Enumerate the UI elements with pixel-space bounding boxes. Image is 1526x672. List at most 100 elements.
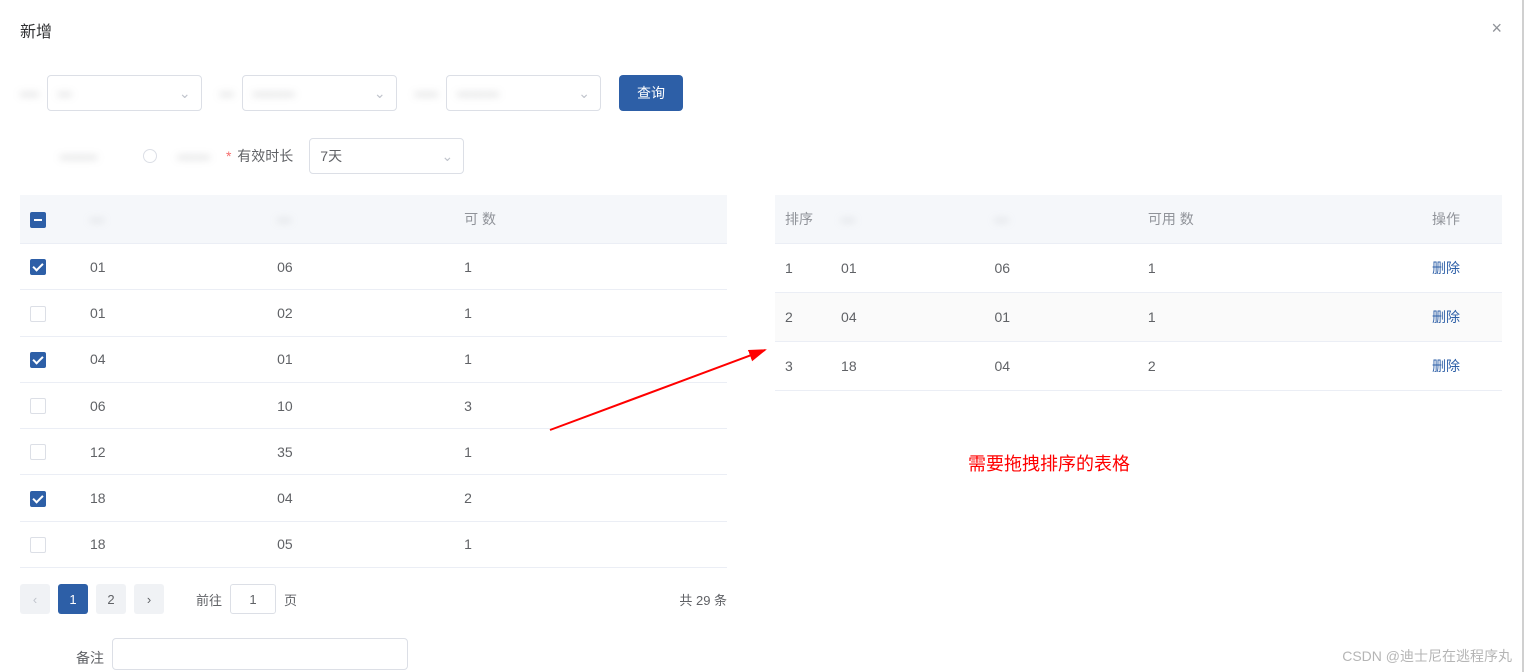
filter3-select[interactable]: --------- ⌄ bbox=[446, 75, 601, 111]
next-page-button[interactable]: › bbox=[134, 584, 164, 614]
table-row: 01061 bbox=[20, 244, 727, 290]
filter-row-2: -------- ------- * 有效时长 7天 ⌄ bbox=[60, 138, 464, 174]
filter2-select[interactable]: --------- ⌄ bbox=[242, 75, 397, 111]
watermark: CSDN @迪士尼在逃程序丸 bbox=[1342, 646, 1512, 666]
cell-b: 05 bbox=[267, 521, 454, 567]
table-row[interactable]: 204011删除 bbox=[775, 293, 1502, 342]
filter1-value: --- bbox=[58, 85, 72, 101]
table-row: 12351 bbox=[20, 429, 727, 475]
cell-b: 04 bbox=[267, 475, 454, 521]
chevron-down-icon: ⌄ bbox=[442, 148, 454, 165]
left-table-panel: --- --- 可 数 0106101021040110610312351180… bbox=[20, 195, 727, 614]
delete-button[interactable]: 删除 bbox=[1432, 309, 1460, 325]
chevron-down-icon: ⌄ bbox=[578, 85, 590, 102]
remark-input[interactable] bbox=[112, 638, 408, 670]
goto-prefix: 前往 bbox=[196, 590, 222, 609]
option1: -------- bbox=[60, 148, 97, 164]
cell-c: 3 bbox=[454, 382, 727, 428]
source-table: --- --- 可 数 0106101021040110610312351180… bbox=[20, 195, 727, 568]
cell-b: 06 bbox=[267, 244, 454, 290]
pagination-total: 共 29 条 bbox=[679, 590, 727, 609]
row-checkbox[interactable] bbox=[30, 444, 46, 460]
rcol3-header: 可用 数 bbox=[1148, 211, 1194, 227]
table-row: 04011 bbox=[20, 336, 727, 382]
filter3-label: ----- bbox=[415, 85, 438, 101]
cell-b: 01 bbox=[984, 293, 1137, 342]
cell-c: 2 bbox=[1138, 342, 1422, 391]
goto-suffix: 页 bbox=[284, 590, 297, 609]
modal-root: 新增 × ---- --- ⌄ --- --------- ⌄ ----- --… bbox=[0, 0, 1524, 672]
table-row[interactable]: 318042删除 bbox=[775, 342, 1502, 391]
cell-b: 06 bbox=[984, 244, 1137, 293]
cell-a: 18 bbox=[80, 521, 267, 567]
cell-b: 04 bbox=[984, 342, 1137, 391]
sortable-table: 排序 --- --- 可用 数 操作 101061删除204011删除31804… bbox=[775, 195, 1502, 391]
remark-label: 备注 bbox=[76, 648, 104, 668]
row-checkbox[interactable] bbox=[30, 398, 46, 414]
row-checkbox[interactable] bbox=[30, 491, 46, 507]
close-icon[interactable]: × bbox=[1491, 18, 1502, 39]
chevron-down-icon: ⌄ bbox=[374, 85, 386, 102]
rcol2-header: --- bbox=[994, 211, 1008, 227]
order-header: 排序 bbox=[775, 195, 831, 244]
page-1-button[interactable]: 1 bbox=[58, 584, 88, 614]
cell-c: 1 bbox=[454, 290, 727, 336]
valid-label-text: 有效时长 bbox=[237, 148, 293, 164]
cell-b: 35 bbox=[267, 429, 454, 475]
valid-duration-select[interactable]: 7天 ⌄ bbox=[309, 138, 464, 174]
col2-header: --- bbox=[277, 211, 291, 227]
cell-c: 1 bbox=[1138, 293, 1422, 342]
col3-header: 可 数 bbox=[464, 211, 496, 227]
main-area: --- --- 可 数 0106101021040110610312351180… bbox=[20, 195, 1502, 614]
row-checkbox[interactable] bbox=[30, 537, 46, 553]
table-row: 18042 bbox=[20, 475, 727, 521]
col1-header: --- bbox=[90, 211, 104, 227]
table-row: 18051 bbox=[20, 521, 727, 567]
table-row: 01021 bbox=[20, 290, 727, 336]
cell-a: 04 bbox=[831, 293, 984, 342]
delete-button[interactable]: 删除 bbox=[1432, 260, 1460, 276]
cell-c: 1 bbox=[454, 336, 727, 382]
filter1-select[interactable]: --- ⌄ bbox=[47, 75, 202, 111]
cell-b: 01 bbox=[267, 336, 454, 382]
cell-a: 01 bbox=[80, 244, 267, 290]
chevron-down-icon: ⌄ bbox=[179, 85, 191, 102]
row-checkbox[interactable] bbox=[30, 306, 46, 322]
chevron-left-icon: ‹ bbox=[33, 592, 37, 607]
filter2-value: --------- bbox=[253, 85, 295, 101]
valid-duration-label: * 有效时长 bbox=[226, 146, 293, 166]
goto-page-input[interactable] bbox=[230, 584, 276, 614]
select-all-checkbox[interactable] bbox=[30, 212, 46, 228]
cell-c: 2 bbox=[454, 475, 727, 521]
required-asterisk-icon: * bbox=[226, 148, 231, 164]
filter-row-1: ---- --- ⌄ --- --------- ⌄ ----- -------… bbox=[20, 75, 683, 111]
filter2-label: --- bbox=[220, 85, 234, 101]
delete-button[interactable]: 删除 bbox=[1432, 358, 1460, 374]
option2: ------- bbox=[177, 148, 210, 164]
cell-a: 01 bbox=[831, 244, 984, 293]
cell-c: 1 bbox=[1138, 244, 1422, 293]
radio-icon[interactable] bbox=[143, 149, 157, 163]
pagination: ‹ 1 2 › 前往 页 共 29 条 bbox=[20, 584, 727, 614]
cell-a: 04 bbox=[80, 336, 267, 382]
cell-b: 10 bbox=[267, 382, 454, 428]
cell-a: 12 bbox=[80, 429, 267, 475]
row-checkbox[interactable] bbox=[30, 352, 46, 368]
right-table-panel: 排序 --- --- 可用 数 操作 101061删除204011删除31804… bbox=[775, 195, 1502, 614]
cell-c: 1 bbox=[454, 244, 727, 290]
cell-order: 1 bbox=[775, 244, 831, 293]
table-row: 06103 bbox=[20, 382, 727, 428]
page-2-button[interactable]: 2 bbox=[96, 584, 126, 614]
filter1-label: ---- bbox=[20, 85, 39, 101]
search-button[interactable]: 查询 bbox=[619, 75, 683, 111]
modal-title: 新增 bbox=[20, 18, 52, 42]
action-header: 操作 bbox=[1422, 195, 1502, 244]
cell-a: 18 bbox=[831, 342, 984, 391]
rcol1-header: --- bbox=[841, 211, 855, 227]
cell-b: 02 bbox=[267, 290, 454, 336]
cell-a: 18 bbox=[80, 475, 267, 521]
cell-a: 06 bbox=[80, 382, 267, 428]
row-checkbox[interactable] bbox=[30, 259, 46, 275]
prev-page-button[interactable]: ‹ bbox=[20, 584, 50, 614]
table-row[interactable]: 101061删除 bbox=[775, 244, 1502, 293]
